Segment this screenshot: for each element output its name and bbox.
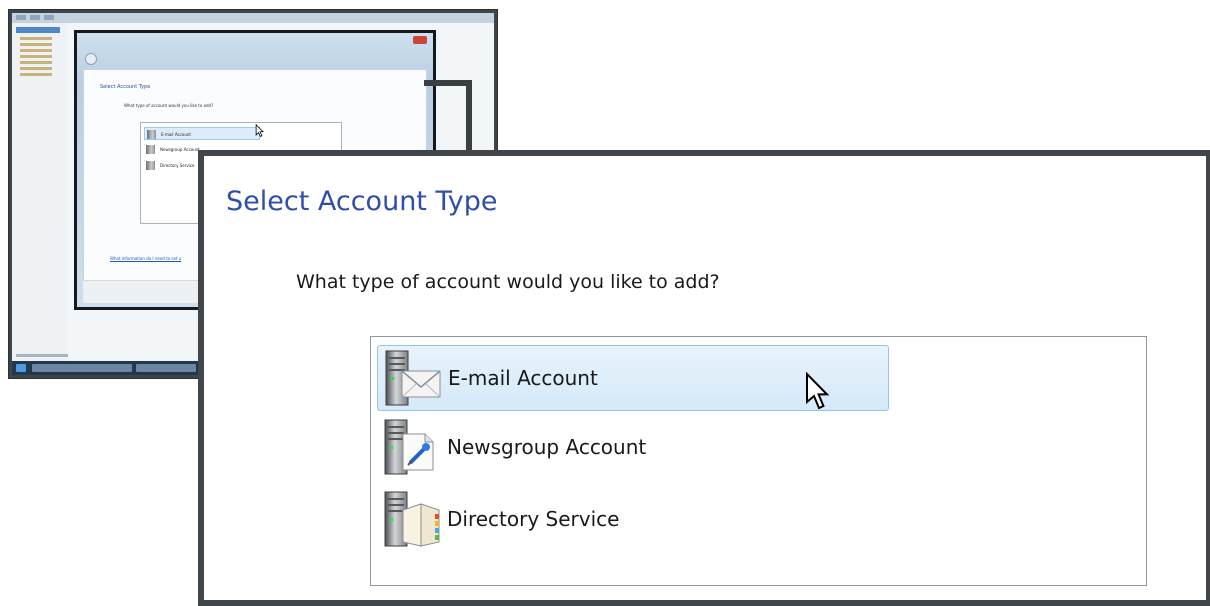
back-arrow-icon[interactable] xyxy=(85,53,97,65)
thumbnail-dialog-title: Select Account Type xyxy=(100,84,151,90)
dialog-content: Select Account Type What type of account… xyxy=(204,156,1206,600)
thumbnail-folder-pane xyxy=(12,23,68,361)
newsgroup-server-icon xyxy=(384,419,434,475)
thumbnail-menu-bar xyxy=(12,13,494,23)
directory-server-icon xyxy=(384,491,440,547)
dialog-question: What type of account would you like to a… xyxy=(296,271,720,293)
thumbnail-dialog-question: What type of account would you like to a… xyxy=(124,103,214,108)
email-server-icon xyxy=(385,350,441,406)
option-directory-service[interactable]: Directory Service xyxy=(377,487,889,553)
thumbnail-option-email[interactable]: E-mail Account xyxy=(144,127,260,140)
email-server-icon xyxy=(147,130,156,139)
option-label: Directory Service xyxy=(447,507,620,531)
option-label: Newsgroup Account xyxy=(447,435,647,459)
zoom-callout: Select Account Type What type of account… xyxy=(198,150,1210,606)
help-link[interactable]: What information do I need to set u xyxy=(110,256,181,261)
zoom-connector-line xyxy=(424,80,472,154)
close-icon[interactable] xyxy=(413,36,427,44)
cursor-icon xyxy=(806,372,830,410)
option-newsgroup-account[interactable]: Newsgroup Account xyxy=(377,415,889,481)
directory-server-icon xyxy=(146,161,155,170)
page-title: Select Account Type xyxy=(226,186,498,217)
option-label: E-mail Account xyxy=(448,366,598,390)
account-type-list: E-mail Account Newsgroup Account Directo… xyxy=(370,336,1147,586)
newsgroup-server-icon xyxy=(146,145,155,154)
cursor-icon xyxy=(255,124,265,137)
thumbnail-status-bar xyxy=(16,354,68,357)
